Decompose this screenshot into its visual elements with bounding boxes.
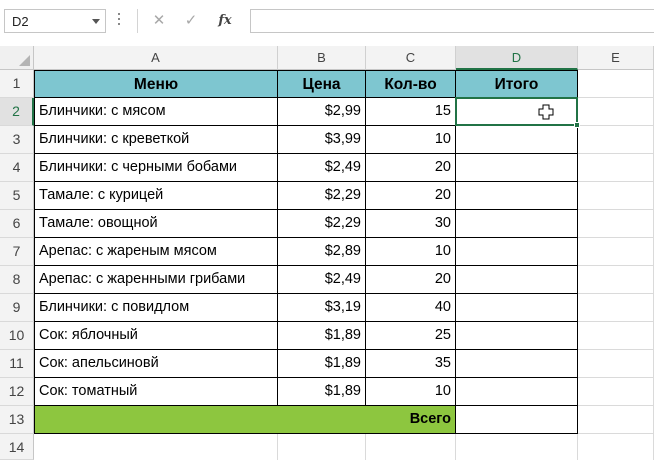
select-all-button[interactable] [0,46,34,70]
name-box[interactable]: D2 [4,9,106,33]
total-cell[interactable] [456,322,578,350]
price-cell[interactable]: $2,29 [278,210,366,238]
menu-item-cell[interactable]: Блинчики: с черными бобами [34,154,278,182]
menu-item-cell[interactable]: Тамале: овощной [34,210,278,238]
row-header-1[interactable]: 1 [0,70,34,98]
row-header-4[interactable]: 4 [0,154,34,182]
quantity-cell[interactable]: 10 [366,126,456,154]
menu-item-cell[interactable]: Тамале: с курицей [34,182,278,210]
column-header-e[interactable]: E [578,46,654,70]
grand-total-label[interactable]: Всего [34,406,456,434]
more-options-icon[interactable] [117,13,121,29]
total-cell[interactable] [456,98,578,126]
row-header-13[interactable]: 13 [0,406,34,434]
total-cell[interactable] [456,378,578,406]
quantity-cell[interactable]: 25 [366,322,456,350]
quantity-cell[interactable]: 20 [366,182,456,210]
header-total[interactable]: Итого [456,70,578,98]
row-header-10[interactable]: 10 [0,322,34,350]
row-header-7[interactable]: 7 [0,238,34,266]
enter-icon[interactable]: ✓ [176,9,206,33]
menu-item-cell[interactable]: Блинчики: с мясом [34,98,278,126]
row-header-11[interactable]: 11 [0,350,34,378]
row-header-6[interactable]: 6 [0,210,34,238]
price-cell[interactable]: $2,49 [278,154,366,182]
quantity-cell[interactable]: 35 [366,350,456,378]
price-cell[interactable]: $1,89 [278,322,366,350]
column-header-a[interactable]: A [34,46,278,70]
quantity-cell[interactable]: 10 [366,238,456,266]
formula-buttons: ✕ ✓ fx [137,9,247,33]
header-qty[interactable]: Кол-во [366,70,456,98]
price-cell[interactable]: $1,89 [278,378,366,406]
price-cell[interactable]: $1,89 [278,350,366,378]
insert-function-icon[interactable]: fx [210,9,240,33]
spreadsheet-grid[interactable]: A B C D E 1 2 3 4 5 6 7 8 9 10 11 12 13 14 Меню Цена Кол-во Ит… [0,46,654,460]
menu-item-cell[interactable]: Сок: апельсиновй [34,350,278,378]
total-cell[interactable] [456,350,578,378]
price-cell[interactable]: $2,29 [278,182,366,210]
formula-bar: D2 ✕ ✓ fx [0,0,654,42]
cancel-icon[interactable]: ✕ [144,9,174,33]
menu-item-cell[interactable]: Сок: томатный [34,378,278,406]
total-cell[interactable] [456,182,578,210]
total-cell[interactable] [456,238,578,266]
menu-item-cell[interactable]: Арепас: с жаренными грибами [34,266,278,294]
fill-handle[interactable] [574,122,580,128]
total-cell[interactable] [456,154,578,182]
quantity-cell[interactable]: 10 [366,378,456,406]
chevron-down-icon[interactable] [92,19,100,24]
row-header-2[interactable]: 2 [0,98,34,126]
name-box-value: D2 [12,14,29,29]
price-cell[interactable]: $3,19 [278,294,366,322]
row-header-8[interactable]: 8 [0,266,34,294]
total-cell[interactable] [456,210,578,238]
row-header-14[interactable]: 14 [0,434,34,460]
row-header-3[interactable]: 3 [0,126,34,154]
column-header-b[interactable]: B [278,46,366,70]
total-cell[interactable] [456,126,578,154]
menu-item-cell[interactable]: Сок: яблочный [34,322,278,350]
formula-input[interactable] [250,9,654,33]
row-header-9[interactable]: 9 [0,294,34,322]
quantity-cell[interactable]: 15 [366,98,456,126]
grand-total-cell[interactable] [456,406,578,434]
total-cell[interactable] [456,294,578,322]
row-header-5[interactable]: 5 [0,182,34,210]
menu-item-cell[interactable]: Блинчики: с повидлом [34,294,278,322]
header-menu[interactable]: Меню [34,70,278,98]
menu-item-cell[interactable]: Арепас: с жареным мясом [34,238,278,266]
total-cell[interactable] [456,266,578,294]
price-cell[interactable]: $2,89 [278,238,366,266]
column-header-d[interactable]: D [456,46,578,70]
row-header-12[interactable]: 12 [0,378,34,406]
column-header-c[interactable]: C [366,46,456,70]
menu-item-cell[interactable]: Блинчики: с креветкой [34,126,278,154]
quantity-cell[interactable]: 20 [366,154,456,182]
price-cell[interactable]: $3,99 [278,126,366,154]
price-cell[interactable]: $2,49 [278,266,366,294]
header-price[interactable]: Цена [278,70,366,98]
cell-cursor-icon [538,104,554,120]
quantity-cell[interactable]: 20 [366,266,456,294]
quantity-cell[interactable]: 30 [366,210,456,238]
price-cell[interactable]: $2,99 [278,98,366,126]
quantity-cell[interactable]: 40 [366,294,456,322]
